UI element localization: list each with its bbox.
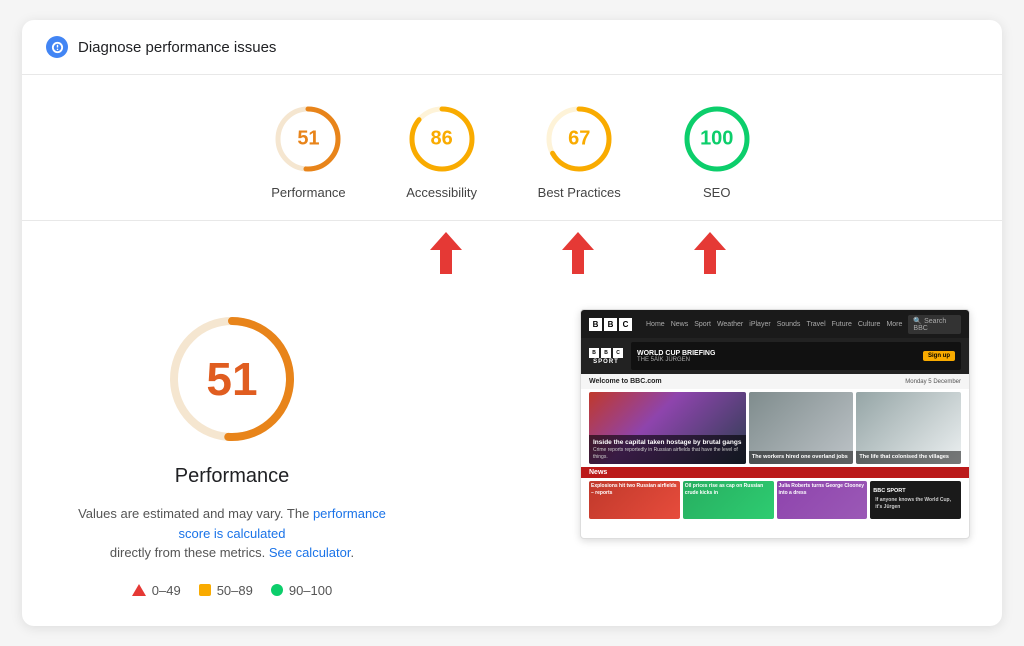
bbc-search: 🔍 Search BBC — [908, 315, 961, 334]
score-item-accessibility: 86 Accessibility — [406, 103, 478, 200]
main-content: 51 Performance Values are estimated and … — [22, 285, 1002, 626]
big-score-circle: 51 — [162, 309, 302, 449]
bbc-logo: B B C — [589, 318, 632, 331]
score-item-best-practices: 67 Best Practices — [538, 103, 621, 200]
bbc-side-story-1: The workers hired one overland jobs — [749, 392, 854, 464]
bbc-screenshot: B B C Home News Sport Weather iPlayer So… — [580, 309, 970, 539]
legend-orange-label: 50–89 — [217, 583, 253, 598]
score-value-performance: 51 — [297, 128, 319, 151]
score-circle-accessibility: 86 — [406, 103, 478, 175]
legend-red: 0–49 — [132, 583, 181, 598]
legend: 0–49 50–89 90–100 — [132, 583, 332, 598]
score-item-seo: 100 SEO — [681, 103, 753, 200]
left-panel: 51 Performance Values are estimated and … — [62, 309, 402, 598]
legend-green-label: 90–100 — [289, 583, 332, 598]
arrow-slot-best-practices — [542, 232, 614, 274]
big-score-value: 51 — [206, 352, 257, 406]
arrows-row — [22, 221, 1002, 285]
bbc-news-2: Oil prices rise as cap on Russian crude … — [683, 481, 774, 519]
card-header: Diagnose performance issues — [22, 20, 1002, 75]
orange-square-icon — [199, 584, 211, 596]
green-circle-icon — [271, 584, 283, 596]
main-card: Diagnose performance issues 51 Performan… — [22, 20, 1002, 626]
score-item-performance: 51 Performance — [271, 103, 345, 200]
header-title: Diagnose performance issues — [78, 39, 276, 56]
bbc-news-grid: Explosions hit two Russian airfields – r… — [581, 478, 969, 522]
bbc-sport-bar: B B C SPORT WORLD CUP BRIEFING THE 5ÁÍK … — [581, 338, 969, 374]
bbc-news-3: Julia Roberts turns George Clooney into … — [777, 481, 868, 519]
bbc-welcome-bar: Welcome to BBC.com Monday 5 December — [581, 374, 969, 389]
arrow-slot-accessibility — [410, 232, 482, 274]
arrow-slot-seo — [674, 232, 746, 274]
score-label-performance: Performance — [271, 185, 345, 200]
header-icon — [46, 36, 68, 58]
right-panel: B B C Home News Sport Weather iPlayer So… — [434, 309, 970, 539]
legend-green: 90–100 — [271, 583, 332, 598]
bbc-main-grid: Inside the capital taken hostage by brut… — [581, 389, 969, 467]
score-circle-seo: 100 — [681, 103, 753, 175]
red-triangle-icon — [132, 584, 146, 596]
score-label-accessibility: Accessibility — [406, 185, 477, 200]
bbc-wc-banner: WORLD CUP BRIEFING THE 5ÁÍK JÜRGEN Sign … — [631, 342, 961, 370]
score-value-best-practices: 67 — [568, 128, 590, 151]
bbc-news-1: Explosions hit two Russian airfields – r… — [589, 481, 680, 519]
big-score-label: Performance — [175, 465, 290, 488]
score-value-seo: 100 — [700, 128, 733, 151]
arrow-up-seo — [694, 232, 726, 274]
legend-red-label: 0–49 — [152, 583, 181, 598]
score-label-seo: SEO — [703, 185, 730, 200]
scores-row: 51 Performance 86 Accessibility 67 Best … — [22, 75, 1002, 221]
bbc-news-4: BBC SPORT If anyone knows the World Cup,… — [870, 481, 961, 519]
bbc-news-bar: News — [581, 467, 969, 478]
bbc-topbar: B B C Home News Sport Weather iPlayer So… — [581, 310, 969, 338]
bbc-side-story-2: The life that colonised the villages — [856, 392, 961, 464]
bbc-sport-logo: B B C SPORT — [589, 348, 623, 365]
score-circle-best-practices: 67 — [543, 103, 615, 175]
score-value-accessibility: 86 — [431, 128, 453, 151]
bbc-nav: Home News Sport Weather iPlayer Sounds T… — [646, 321, 902, 328]
arrow-up-accessibility — [430, 232, 462, 274]
legend-orange: 50–89 — [199, 583, 253, 598]
bbc-main-story: Inside the capital taken hostage by brut… — [589, 392, 746, 464]
score-circle-performance: 51 — [272, 103, 344, 175]
score-label-best-practices: Best Practices — [538, 185, 621, 200]
calculator-link[interactable]: See calculator — [269, 545, 351, 560]
arrow-up-best-practices — [562, 232, 594, 274]
description-text: Values are estimated and may vary. The p… — [77, 504, 387, 563]
